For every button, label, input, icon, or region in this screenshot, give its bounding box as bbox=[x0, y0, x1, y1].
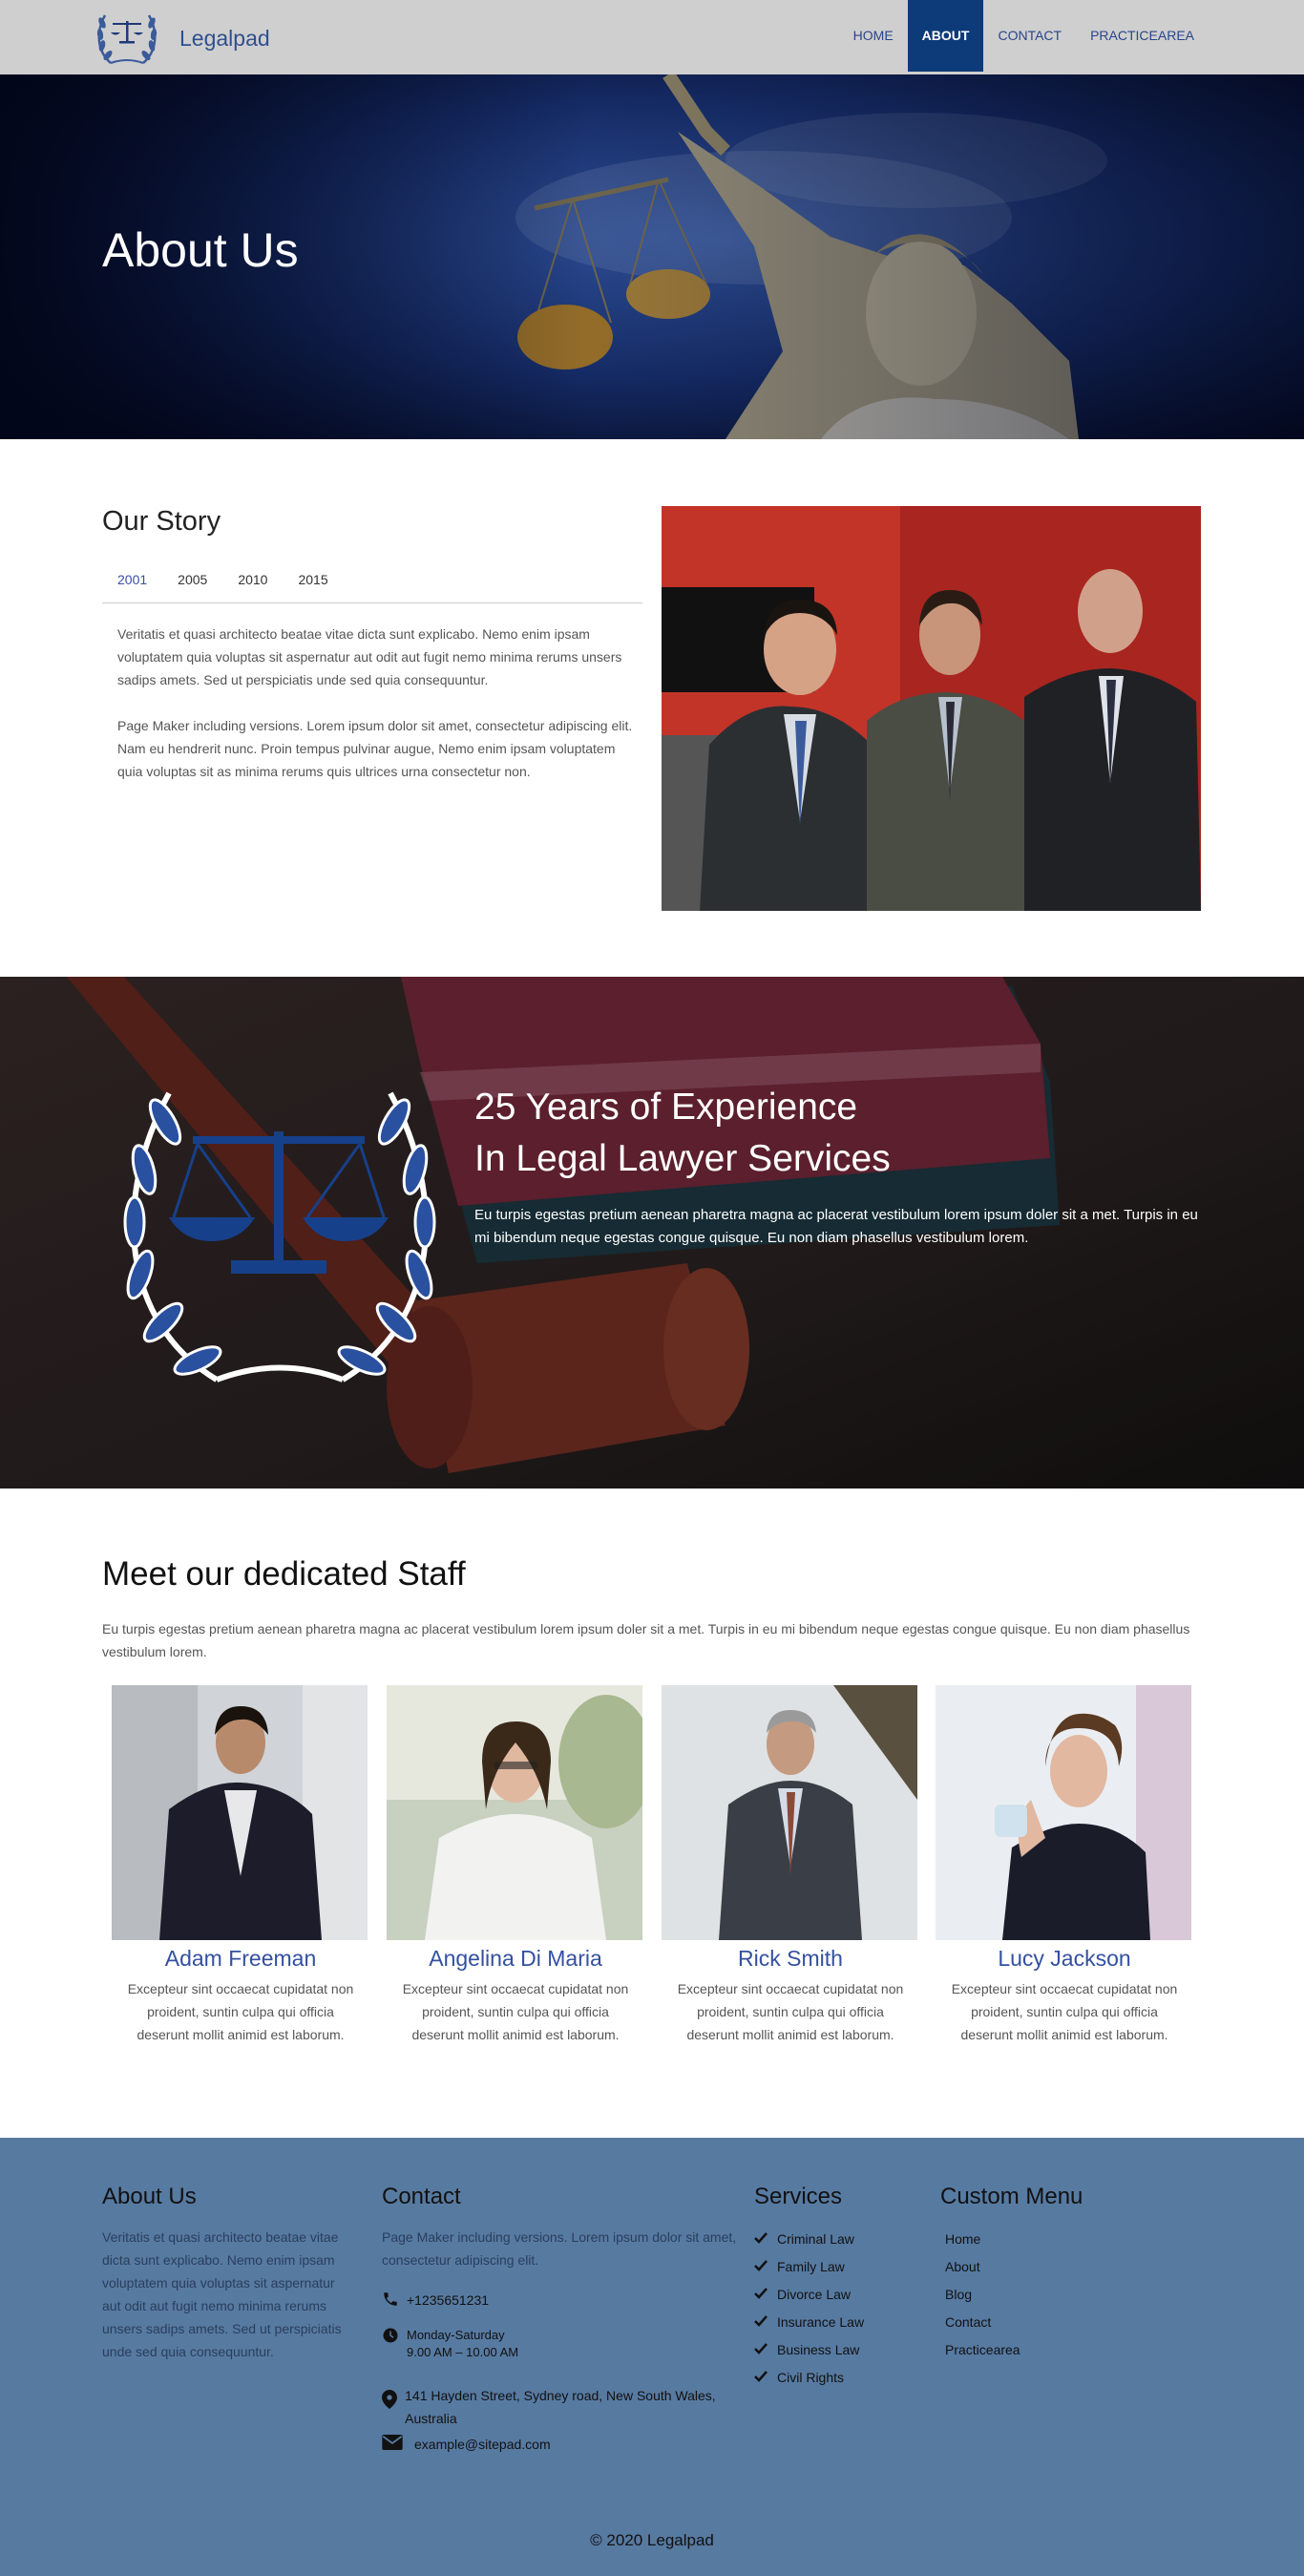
tab-2005[interactable]: 2005 bbox=[162, 563, 222, 602]
service-label: Business Law bbox=[777, 2342, 860, 2357]
story-paragraph: Veritatis et quasi architecto beatae vit… bbox=[117, 626, 622, 687]
contact-address-text: 141 Hayden Street, Sydney road, New Sout… bbox=[405, 2388, 716, 2426]
staff-desc: Excepteur sint occaecat cupidatat non pr… bbox=[677, 1981, 904, 2042]
staff-card: Angelina Di Maria Excepteur sint occaeca… bbox=[387, 1685, 644, 2046]
staff-intro: Eu turpis egestas pretium aenean pharetr… bbox=[102, 1621, 1190, 1659]
top-navbar: Legalpad HOME ABOUT CONTACT PRACTICEAREA bbox=[0, 0, 1304, 74]
footer-about-text: Veritatis et quasi architecto beatae vit… bbox=[102, 2229, 342, 2359]
footer-link-contact[interactable]: Contact bbox=[940, 2309, 1160, 2336]
year-tabs: 2001 2005 2010 2015 bbox=[102, 563, 642, 603]
footer-contact-text: Page Maker including versions. Lorem ips… bbox=[382, 2229, 737, 2268]
main-menu: HOME ABOUT CONTACT PRACTICEAREA bbox=[839, 0, 1209, 72]
story-paragraph: Page Maker including versions. Lorem ips… bbox=[117, 718, 633, 779]
contact-hours: Monday-Saturday 9.00 AM – 10.00 AM bbox=[382, 2327, 518, 2361]
footer-link-blog[interactable]: Blog bbox=[940, 2281, 1160, 2309]
experience-heading: 25 Years of Experience In Legal Lawyer S… bbox=[474, 1082, 1238, 1185]
list-item[interactable]: Criminal Law bbox=[754, 2226, 916, 2253]
service-label: Civil Rights bbox=[777, 2370, 845, 2385]
envelope-icon bbox=[382, 2435, 414, 2455]
services-list: Criminal Law Family Law Divorce Law Insu… bbox=[754, 2226, 916, 2392]
service-label: Criminal Law bbox=[777, 2231, 854, 2247]
list-item[interactable]: Insurance Law bbox=[754, 2309, 916, 2336]
service-label: Divorce Law bbox=[777, 2287, 852, 2302]
our-story-section: Our Story 2001 2005 2010 2015 Veritatis … bbox=[0, 439, 1304, 977]
checkmark-icon bbox=[754, 2253, 777, 2281]
nav-home-link[interactable]: HOME bbox=[839, 0, 908, 72]
footer-link-about[interactable]: About bbox=[940, 2253, 1160, 2281]
checkmark-icon bbox=[754, 2226, 777, 2253]
contact-hours-text: Monday-Saturday 9.00 AM – 10.00 AM bbox=[407, 2327, 518, 2361]
tab-2015[interactable]: 2015 bbox=[283, 563, 343, 602]
staff-name: Rick Smith bbox=[738, 1946, 843, 1971]
list-item[interactable]: Family Law bbox=[754, 2253, 916, 2281]
hours-time: 9.00 AM – 10.00 AM bbox=[407, 2345, 519, 2359]
staff-name: Angelina Di Maria bbox=[429, 1946, 602, 1971]
staff-photo-adam-freeman bbox=[112, 1685, 368, 1940]
staff-photo-rick-smith bbox=[662, 1685, 917, 1940]
footer-custom-menu-title: Custom Menu bbox=[940, 2184, 1083, 2209]
experience-banner: 25 Years of Experience In Legal Lawyer S… bbox=[0, 977, 1304, 1489]
footer-about-title: About Us bbox=[102, 2184, 197, 2209]
contact-email: example@sitepad.com bbox=[382, 2435, 551, 2455]
story-tab-content: Veritatis et quasi architecto beatae vit… bbox=[117, 623, 633, 806]
tab-2010[interactable]: 2010 bbox=[222, 563, 283, 602]
nav-about-link[interactable]: ABOUT bbox=[907, 0, 984, 72]
site-footer: About Us Veritatis et quasi architecto b… bbox=[0, 2138, 1304, 2576]
experience-heading-line2: In Legal Lawyer Services bbox=[474, 1138, 891, 1179]
custom-menu-list: Home About Blog Contact Practicearea bbox=[940, 2226, 1160, 2364]
copyright: © 2020 Legalpad bbox=[590, 2531, 714, 2549]
location-pin-icon bbox=[382, 2384, 405, 2414]
scales-laurel-emblem-icon bbox=[123, 1091, 436, 1383]
hero-banner: About Us bbox=[0, 74, 1304, 439]
staff-name: Adam Freeman bbox=[164, 1946, 317, 1971]
page-title: About Us bbox=[102, 223, 299, 277]
lawyers-team-photo bbox=[662, 506, 1201, 911]
staff-photo-lucy-jackson bbox=[936, 1685, 1191, 1940]
checkmark-icon bbox=[754, 2364, 777, 2392]
staff-photo-angelina-di-maria bbox=[387, 1685, 642, 1940]
staff-desc: Excepteur sint occaecat cupidatat non pr… bbox=[951, 1981, 1178, 2042]
staff-desc: Excepteur sint occaecat cupidatat non pr… bbox=[127, 1981, 354, 2042]
staff-title: Meet our dedicated Staff bbox=[102, 1555, 466, 1593]
phone-icon bbox=[382, 2291, 407, 2312]
scales-laurel-icon bbox=[96, 14, 158, 64]
story-title: Our Story bbox=[102, 506, 221, 537]
footer-services: Services Criminal Law Family Law Divorce… bbox=[754, 2184, 916, 2392]
clock-icon bbox=[382, 2327, 407, 2349]
staff-section: Meet our dedicated Staff Eu turpis egest… bbox=[0, 1489, 1304, 2138]
list-item[interactable]: Divorce Law bbox=[754, 2281, 916, 2309]
footer-contact: Contact Page Maker including versions. L… bbox=[382, 2184, 745, 2470]
staff-name: Lucy Jackson bbox=[998, 1946, 1131, 1971]
tab-2001[interactable]: 2001 bbox=[102, 563, 162, 602]
footer-about: About Us Veritatis et quasi architecto b… bbox=[102, 2184, 350, 2363]
nav-practicearea-link[interactable]: PRACTICEAREA bbox=[1076, 0, 1209, 72]
contact-phone: +1235651231 bbox=[382, 2291, 489, 2312]
checkmark-icon bbox=[754, 2281, 777, 2309]
footer-services-title: Services bbox=[754, 2184, 843, 2209]
footer-custom-menu: Custom Menu Home About Blog Contact Prac… bbox=[940, 2184, 1160, 2364]
footer-link-practicearea[interactable]: Practicearea bbox=[940, 2336, 1160, 2364]
list-item[interactable]: Business Law bbox=[754, 2336, 916, 2364]
brand-link[interactable]: Legalpad bbox=[92, 8, 270, 69]
staff-card: Lucy Jackson Excepteur sint occaecat cup… bbox=[936, 1685, 1193, 2046]
footer-contact-title: Contact bbox=[382, 2184, 461, 2209]
checkmark-icon bbox=[754, 2309, 777, 2336]
hours-days: Monday-Saturday bbox=[407, 2328, 505, 2342]
experience-text: Eu turpis egestas pretium aenean pharetr… bbox=[474, 1207, 1198, 1246]
contact-email-link[interactable]: example@sitepad.com bbox=[414, 2435, 551, 2454]
list-item[interactable]: Civil Rights bbox=[754, 2364, 916, 2392]
service-label: Insurance Law bbox=[777, 2314, 865, 2330]
footer-link-home[interactable]: Home bbox=[940, 2226, 1160, 2253]
brand-name: Legalpad bbox=[179, 25, 270, 51]
contact-address: 141 Hayden Street, Sydney road, New Sout… bbox=[382, 2384, 745, 2430]
staff-card: Adam Freeman Excepteur sint occaecat cup… bbox=[112, 1685, 369, 2046]
checkmark-icon bbox=[754, 2336, 777, 2364]
staff-desc: Excepteur sint occaecat cupidatat non pr… bbox=[402, 1981, 629, 2042]
contact-phone-link[interactable]: +1235651231 bbox=[407, 2291, 489, 2310]
staff-card: Rick Smith Excepteur sint occaecat cupid… bbox=[662, 1685, 919, 2046]
nav-contact-link[interactable]: CONTACT bbox=[983, 0, 1076, 72]
service-label: Family Law bbox=[777, 2259, 845, 2274]
experience-heading-line1: 25 Years of Experience bbox=[474, 1087, 858, 1128]
